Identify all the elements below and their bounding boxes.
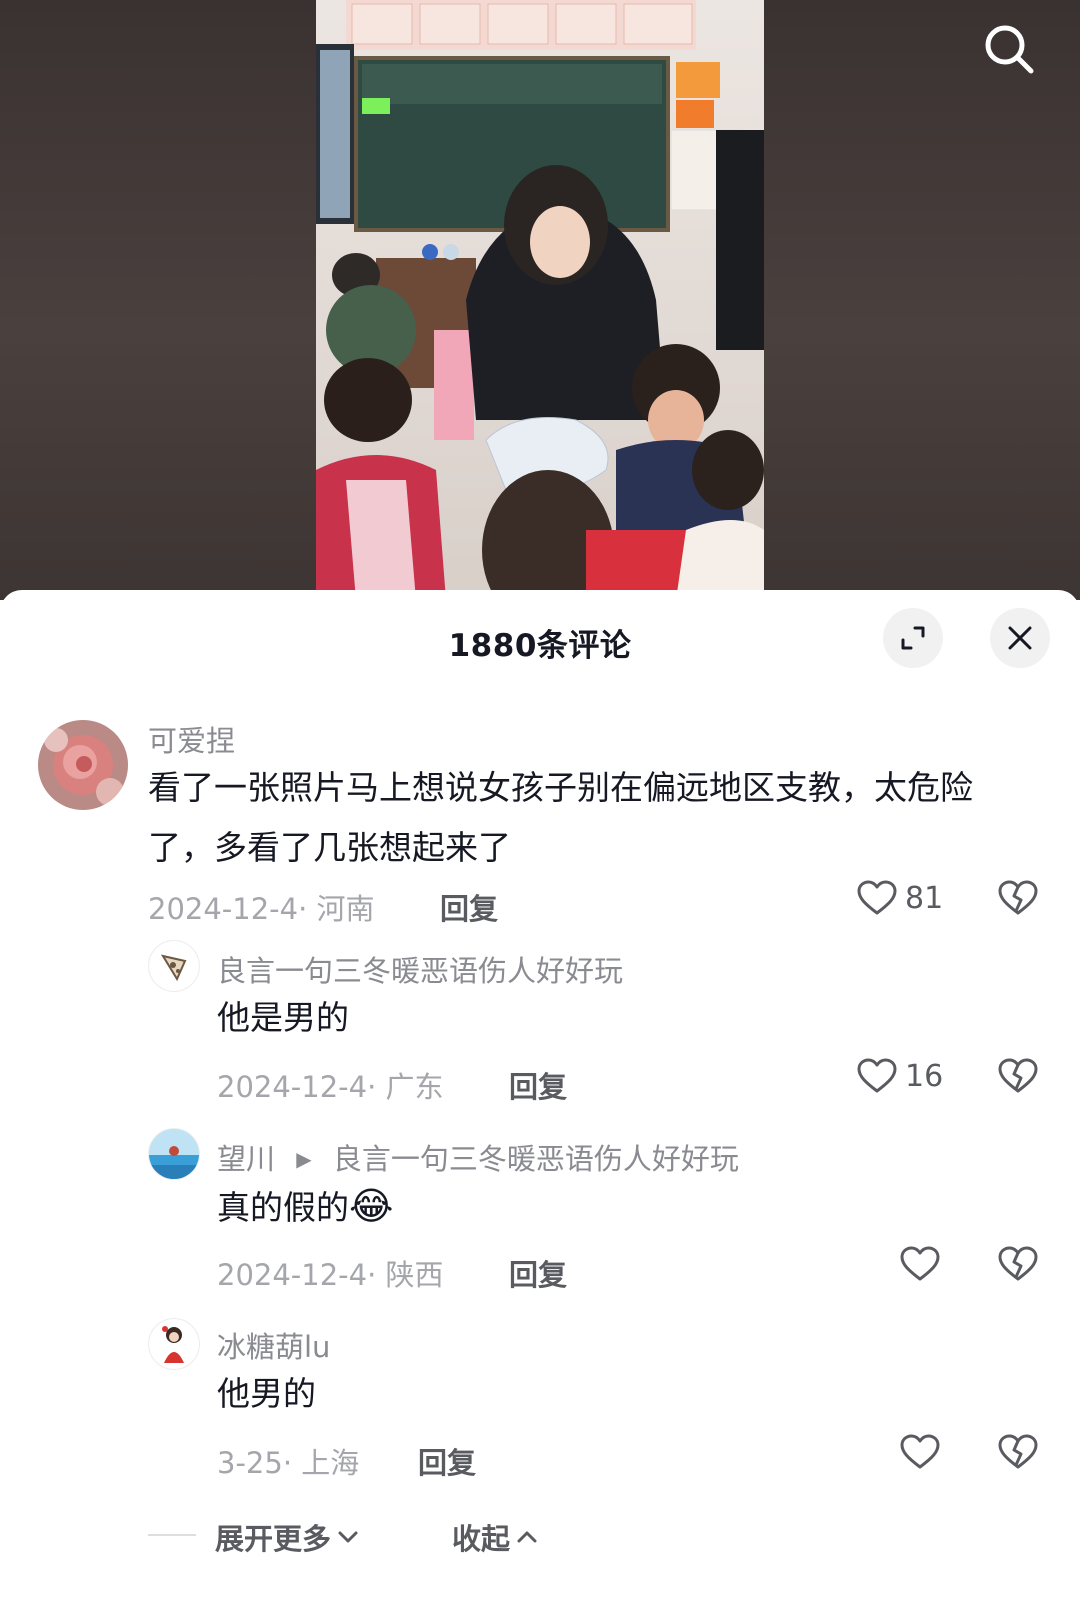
dislike-button[interactable] <box>998 1058 1038 1098</box>
reply-username-line: 望川 ▶ 良言一句三冬暖恶语伤人好好玩 <box>217 1136 739 1178</box>
reply-username[interactable]: 望川 <box>217 1142 275 1176</box>
dislike-button[interactable] <box>998 1434 1038 1474</box>
reply-meta: 3-25· 上海 <box>217 1446 360 1480</box>
comment-meta: 2024-12-4· 河南 <box>148 892 375 926</box>
reply-to-username[interactable]: 良言一句三冬暖恶语伤人好好玩 <box>333 1142 739 1176</box>
girl-avatar-image <box>149 1319 199 1369</box>
avatar[interactable] <box>148 940 200 992</box>
reply-meta: 2024-12-4· 广东 <box>217 1070 444 1104</box>
heart-icon <box>900 1246 940 1281</box>
avatar[interactable] <box>148 1318 200 1370</box>
dislike-button[interactable] <box>998 880 1038 920</box>
close-icon <box>1008 626 1032 650</box>
video-photo <box>316 0 764 600</box>
like-count: 16 <box>905 1058 944 1094</box>
reply-to-arrow-icon: ▶ <box>296 1147 312 1171</box>
heart-icon <box>900 1434 940 1469</box>
reply-text: 他是男的 <box>217 998 349 1037</box>
like-button[interactable] <box>900 1434 940 1470</box>
like-button[interactable]: 16 <box>857 1058 943 1094</box>
expand-icon <box>901 626 925 650</box>
comments-sheet: 1880条评论 可爱捏 看了一张照片马上想说女孩子别在偏远地区支教，太危险了，多… <box>0 590 1080 1611</box>
classroom-photo-illustration <box>316 0 764 600</box>
collapse-label: 收起 <box>452 1522 511 1556</box>
reply-meta: 2024-12-4· 陕西 <box>217 1258 444 1292</box>
reply-button[interactable]: 回复 <box>440 886 498 928</box>
expand-more-button[interactable]: 展开更多 <box>215 1516 359 1558</box>
rose-avatar-image <box>38 720 128 810</box>
expand-more-label: 展开更多 <box>215 1522 332 1556</box>
reply-button[interactable]: 回复 <box>509 1252 567 1294</box>
broken-heart-icon <box>998 1058 1038 1093</box>
reply-button[interactable]: 回复 <box>418 1440 476 1482</box>
dislike-button[interactable] <box>998 1246 1038 1286</box>
video-background[interactable] <box>0 0 1080 600</box>
comment-username[interactable]: 可爱捏 <box>148 718 235 760</box>
chevron-up-icon <box>517 1531 537 1543</box>
comment-text: 看了一张照片马上想说女孩子别在偏远地区支教，太危险了，多看了几张想起来了 <box>148 768 973 867</box>
ocean-avatar-image <box>149 1129 199 1179</box>
reply-button[interactable]: 回复 <box>509 1064 567 1106</box>
laughing-crying-emoji-icon: 😂 <box>349 1184 394 1228</box>
like-button[interactable] <box>900 1246 940 1282</box>
broken-heart-icon <box>998 880 1038 915</box>
chevron-down-icon <box>338 1531 358 1543</box>
broken-heart-icon <box>998 1434 1038 1469</box>
search-button[interactable] <box>978 18 1040 80</box>
like-count: 81 <box>905 880 944 916</box>
reply-text: 真的假的 <box>217 1188 349 1227</box>
collapse-button[interactable]: 收起 <box>452 1516 538 1558</box>
close-button[interactable] <box>990 608 1050 668</box>
divider <box>148 1534 196 1536</box>
search-icon <box>985 25 1034 74</box>
expand-button[interactable] <box>883 608 943 668</box>
avatar[interactable] <box>38 720 128 810</box>
reply-username[interactable]: 冰糖葫lu <box>217 1324 330 1366</box>
reply-text-line: 真的假的😂 <box>217 1176 393 1238</box>
heart-icon <box>857 1058 897 1093</box>
like-button[interactable]: 81 <box>857 880 943 916</box>
cookie-avatar-image <box>149 941 199 991</box>
avatar[interactable] <box>148 1128 200 1180</box>
replies-footer: 展开更多 收起 <box>0 1510 1080 1560</box>
broken-heart-icon <box>998 1246 1038 1281</box>
reply-text: 他男的 <box>217 1374 316 1413</box>
reply-username[interactable]: 良言一句三冬暖恶语伤人好好玩 <box>217 948 623 990</box>
heart-icon <box>857 880 897 915</box>
